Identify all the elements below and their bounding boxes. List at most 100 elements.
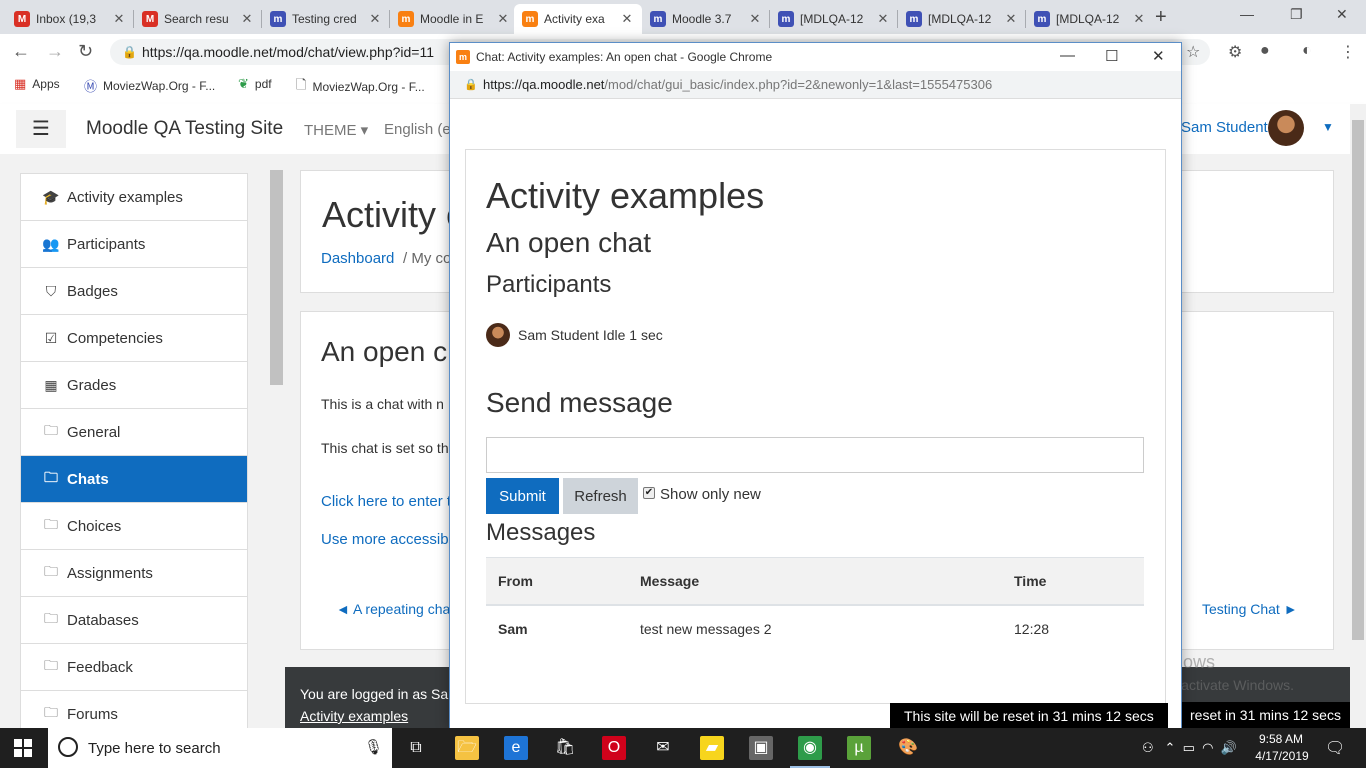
bookmark-item[interactable]: 🗋 MoviezWap.Org - F... — [296, 76, 425, 98]
browser-tab[interactable]: m [MDLQA-12 ✕ — [898, 4, 1026, 34]
avatar[interactable] — [1268, 110, 1304, 146]
tab-close-icon[interactable]: ✕ — [368, 11, 382, 27]
bookmark-item[interactable]: ▦ Apps — [14, 76, 60, 92]
sidebar-item-feedback[interactable]: 🗀 Feedback — [21, 644, 247, 691]
extension-circle-icon[interactable]: ● — [1260, 42, 1270, 60]
microphone-icon[interactable]: 🎙 — [364, 738, 383, 756]
theme-menu[interactable]: THEME ▾ — [304, 121, 368, 139]
popup-address-bar[interactable]: 🔒 https://qa.moodle.net/mod/chat/gui_bas… — [450, 71, 1181, 99]
accessible-interface-link[interactable]: Use more accessible — [321, 531, 460, 548]
language-menu[interactable]: English (e — [384, 121, 451, 138]
breadcrumb[interactable]: / My co — [403, 250, 451, 267]
media-app-icon[interactable]: ▣ — [749, 736, 773, 760]
column-header-time: Time — [1002, 557, 1144, 606]
taskbar-time[interactable]: 9:58 AM — [1257, 732, 1305, 746]
browser-tab[interactable]: m [MDLQA-12 ✕ — [1026, 4, 1154, 34]
file-explorer-icon[interactable]: 🗁 — [455, 736, 479, 760]
folder-icon: 🗀 — [44, 516, 58, 532]
sidebar-item-grades[interactable]: ▦ Grades — [21, 362, 247, 409]
store-icon[interactable]: 🛍 — [553, 736, 577, 760]
drawer-scrollbar[interactable] — [270, 170, 283, 385]
show-only-new-label[interactable]: Show only new — [660, 486, 761, 503]
extension-icon[interactable]: ⚙ — [1228, 42, 1242, 62]
maximize-icon[interactable]: ☐ — [1105, 47, 1118, 65]
site-name[interactable]: Moodle QA Testing Site — [86, 118, 283, 140]
tab-close-icon[interactable]: ✕ — [1004, 11, 1018, 27]
next-activity-link[interactable]: Testing Chat ► — [1202, 601, 1298, 617]
hamburger-menu-icon[interactable]: ☰ — [16, 110, 66, 148]
footer-course-link[interactable]: Activity examples — [300, 708, 408, 724]
reload-icon[interactable]: ↻ — [78, 41, 93, 62]
system-tray[interactable]: ⚇ ⌃ ▭ ◠ 🔊 — [1142, 740, 1237, 756]
browser-tab[interactable]: m Activity exa ✕ — [514, 4, 642, 34]
sidebar-item-participants[interactable]: 👥 Participants — [21, 221, 247, 268]
taskbar-search[interactable]: Type here to search 🎙 — [48, 728, 392, 768]
minimize-icon[interactable]: — — [1060, 47, 1075, 64]
breadcrumb-dashboard[interactable]: Dashboard — [321, 250, 394, 267]
sidebar-item-assignments[interactable]: 🗀 Assignments — [21, 550, 247, 597]
browser-tab[interactable]: m Testing cred ✕ — [262, 4, 390, 34]
sidebar-item-chats[interactable]: 🗀 Chats — [21, 456, 247, 503]
bookmark-item[interactable]: Ⓜ MoviezWap.Org - F... — [84, 76, 215, 95]
forward-arrow-icon[interactable]: → — [46, 41, 64, 62]
submit-button[interactable]: Submit — [486, 478, 559, 514]
wifi-icon[interactable]: ◠ — [1202, 740, 1213, 755]
page-scrollbar[interactable] — [1350, 104, 1366, 728]
tab-close-icon[interactable]: ✕ — [620, 11, 634, 27]
back-arrow-icon[interactable]: ← — [12, 41, 30, 62]
user-name[interactable]: Sam Student — [1181, 119, 1268, 136]
browser-tab[interactable]: m Moodle 3.7 ✕ — [642, 4, 770, 34]
previous-activity-link[interactable]: ◄ A repeating cha — [336, 601, 450, 617]
enter-chat-link[interactable]: Click here to enter t — [321, 493, 451, 510]
notification-icon[interactable]: 🗨 — [1325, 738, 1345, 758]
sidebar-item-choices[interactable]: 🗀 Choices — [21, 503, 247, 550]
bookmark-star-icon[interactable]: ☆ — [1186, 42, 1200, 62]
windows-start-icon[interactable] — [14, 739, 32, 757]
sidebar-item-activity-examples[interactable]: 🎓 Activity examples — [21, 174, 247, 221]
scrollbar-thumb[interactable] — [1352, 120, 1364, 640]
close-icon[interactable]: ✕ — [1336, 6, 1348, 23]
browser-tab[interactable]: M Inbox (19,3 ✕ — [6, 4, 134, 34]
task-view-icon[interactable]: ⧉ — [404, 736, 428, 760]
tab-close-icon[interactable]: ✕ — [748, 11, 762, 27]
tab-close-icon[interactable]: ✕ — [240, 11, 254, 27]
browser-tab[interactable]: m [MDLQA-12 ✕ — [770, 4, 898, 34]
chevron-up-icon[interactable]: ⌃ — [1165, 740, 1176, 755]
browser-tab-title: [MDLQA-12 — [800, 12, 864, 26]
chrome-icon[interactable]: ◉ — [790, 736, 830, 768]
sidebar-item-general[interactable]: 🗀 General — [21, 409, 247, 456]
user-menu-caret-icon[interactable]: ▼ — [1322, 120, 1334, 134]
opera-icon[interactable]: O — [602, 736, 626, 760]
restore-icon[interactable]: ❐ — [1290, 6, 1303, 23]
tab-close-icon[interactable]: ✕ — [112, 11, 126, 27]
volume-icon[interactable]: 🔊 — [1221, 740, 1237, 755]
menu-kebab-icon[interactable]: ⋮ — [1340, 42, 1356, 62]
browser-tab-title: Search resu — [164, 12, 229, 26]
close-icon[interactable]: ✕ — [1152, 47, 1165, 65]
profile-avatar-icon[interactable]: ◐ — [1302, 42, 1312, 60]
tab-close-icon[interactable]: ✕ — [496, 11, 510, 27]
sidebar-item-databases[interactable]: 🗀 Databases — [21, 597, 247, 644]
sticky-notes-icon[interactable]: ▰ — [700, 736, 724, 760]
tab-close-icon[interactable]: ✕ — [876, 11, 890, 27]
edge-icon[interactable]: e — [504, 736, 528, 760]
bookmark-item[interactable]: ❦ pdf — [238, 76, 272, 92]
mail-icon[interactable]: ✉ — [651, 736, 675, 760]
sidebar-item-competencies[interactable]: ☑ Competencies — [21, 315, 247, 362]
minimize-icon[interactable]: — — [1240, 6, 1254, 22]
browser-tab[interactable]: m Moodle in E ✕ — [390, 4, 518, 34]
chevron-down-icon: ▾ — [360, 122, 369, 139]
people-icon[interactable]: ⚇ — [1142, 740, 1154, 755]
bookmark-label: MoviezWap.Org - F... — [312, 80, 425, 94]
utorrent-icon[interactable]: µ — [847, 736, 871, 760]
newtab-button[interactable]: + — [1155, 6, 1167, 29]
show-only-new-checkbox[interactable]: ✔ — [643, 487, 655, 499]
battery-icon[interactable]: ▭ — [1183, 740, 1195, 755]
message-input[interactable] — [486, 437, 1144, 473]
sidebar-item-badges[interactable]: ⛉ Badges — [21, 268, 247, 315]
browser-tab[interactable]: M Search resu ✕ — [134, 4, 262, 34]
refresh-button[interactable]: Refresh — [563, 478, 638, 514]
paint-icon[interactable]: 🎨 — [896, 736, 920, 760]
tab-close-icon[interactable]: ✕ — [1132, 11, 1146, 27]
taskbar-date[interactable]: 4/17/2019 — [1253, 749, 1311, 763]
